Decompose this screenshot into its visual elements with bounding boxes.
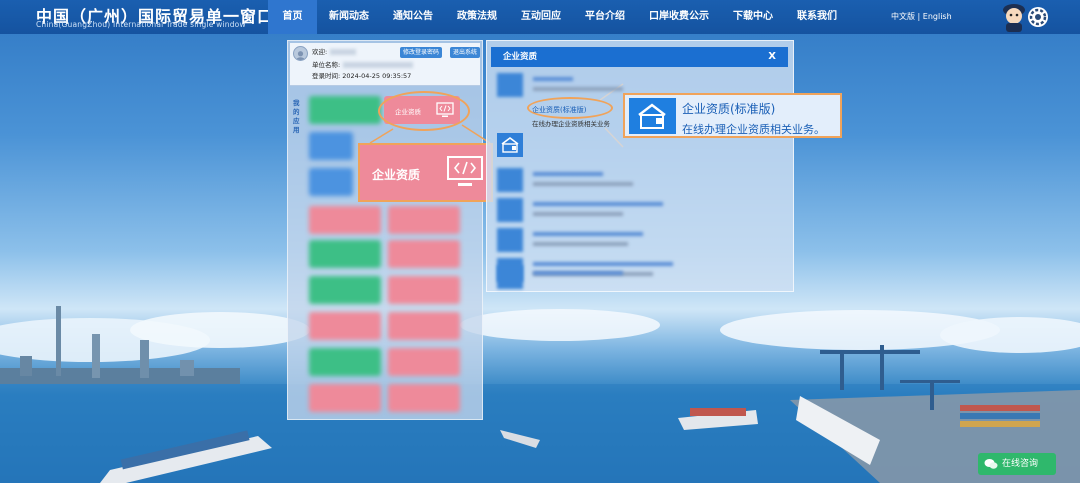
enterprise-qualification-callout[interactable]: 企业资质 <box>358 143 493 202</box>
panel-header: 企业资质 X <box>491 47 788 67</box>
online-consult-button[interactable]: 在线咨询 <box>978 453 1056 475</box>
wallet-house-large-icon <box>629 98 676 134</box>
monitor-code-large-icon <box>447 156 483 186</box>
item-description: 在线办理企业资质相关业务 <box>532 120 610 128</box>
wechat-icon <box>984 459 998 469</box>
enterprise-qualification-panel: 企业资质 X <box>486 40 794 292</box>
enterprise-qualification-standard-callout[interactable]: 企业资质(标准版) 在线办理企业资质相关业务。 <box>623 93 842 138</box>
online-consult-label: 在线咨询 <box>1002 459 1039 469</box>
callout-left-label: 企业资质 <box>372 168 421 182</box>
list-item[interactable] <box>497 166 787 194</box>
list-item[interactable] <box>497 196 787 224</box>
callout-right-description: 在线办理企业资质相关业务。 <box>682 123 825 136</box>
highlight-ellipse-right <box>527 97 613 119</box>
list-item[interactable] <box>497 226 787 254</box>
callout-right-title: 企业资质(标准版) <box>682 102 776 116</box>
panel-title: 企业资质 <box>503 52 538 62</box>
wallet-house-icon <box>497 133 523 157</box>
item-icon <box>497 73 523 97</box>
close-icon[interactable]: X <box>768 47 776 67</box>
list-item-icon-highlighted <box>497 133 525 161</box>
list-item[interactable] <box>497 263 787 291</box>
